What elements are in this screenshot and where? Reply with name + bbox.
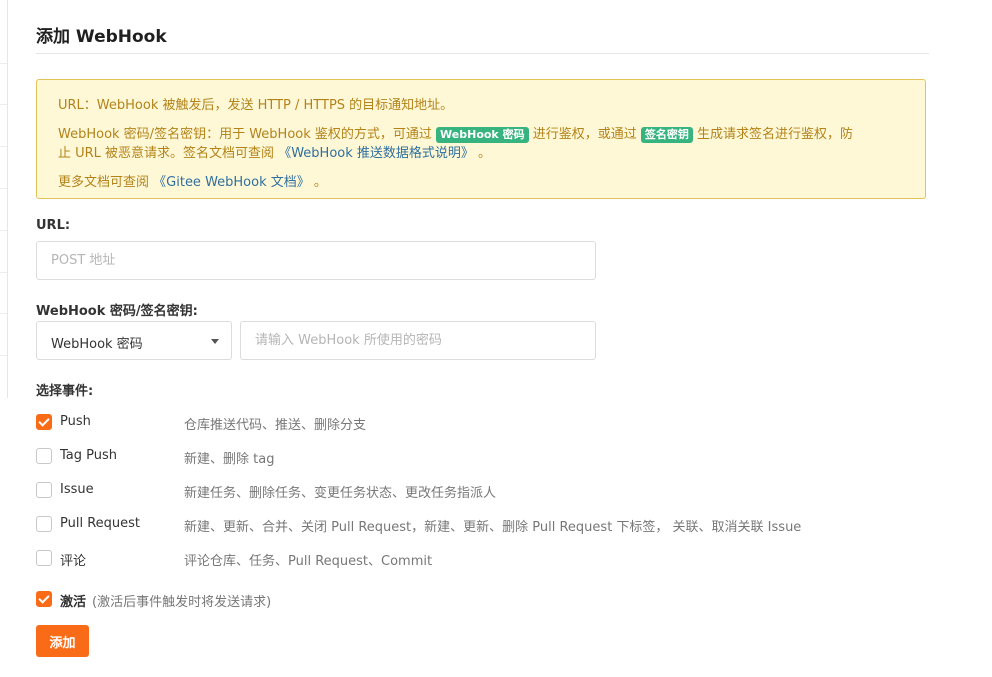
event-row-issue: Issue 新建任务、删除任务、变更任务状态、更改任务指派人 <box>36 481 929 501</box>
url-input[interactable] <box>36 241 596 280</box>
event-row-comment: 评论 评论仓库、任务、Pull Request、Commit <box>36 549 929 569</box>
events-label: 选择事件: <box>36 384 94 399</box>
add-webhook-button[interactable]: 添加 <box>36 625 89 657</box>
event-desc: 仓库推送代码、推送、删除分支 <box>184 418 367 433</box>
notice-text: 进行鉴权，或通过 <box>532 127 637 142</box>
notice-text: 。 <box>478 146 492 161</box>
event-row-pull-request: Pull Request 新建、更新、合并、关闭 Pull Request，新建… <box>36 515 929 535</box>
sidebar-divider <box>0 104 7 105</box>
caret-down-icon <box>211 339 219 344</box>
event-desc: 新建任务、删除任务、变更任务状态、更改任务指派人 <box>184 486 497 501</box>
event-name: Push <box>60 414 91 429</box>
page-title: 添加 WebHook <box>36 27 167 47</box>
notice-secret-line-cont: 止 URL 被恶意请求。签名文档可查阅 《WebHook 推送数据格式说明》 。 <box>58 142 491 161</box>
url-label: URL: <box>36 218 71 233</box>
title-divider <box>36 53 929 54</box>
secret-type-select[interactable]: WebHook 密码 <box>36 321 232 360</box>
sidebar-divider <box>0 272 7 273</box>
event-desc: 新建、删除 tag <box>184 452 275 467</box>
sidebar-divider <box>0 355 7 356</box>
activate-hint: (激活后事件触发时将发送请求) <box>92 595 272 610</box>
event-name: 评论 <box>60 554 87 569</box>
event-name: Issue <box>60 482 94 497</box>
webhook-password-badge: WebHook 密码 <box>436 127 529 143</box>
sidebar-divider <box>0 313 7 314</box>
event-desc: 新建、更新、合并、关闭 Pull Request，新建、更新、删除 Pull R… <box>184 520 802 535</box>
notice-text: WebHook 密码/签名密钥：用于 WebHook 鉴权的方式，可通过 <box>58 127 432 142</box>
event-name: Tag Push <box>60 448 118 463</box>
secret-input[interactable] <box>240 321 596 360</box>
event-row-tag-push: Tag Push 新建、删除 tag <box>36 447 929 467</box>
notice-secret-line: WebHook 密码/签名密钥：用于 WebHook 鉴权的方式，可通过 Web… <box>58 123 853 143</box>
notice-text: 更多文档可查阅 <box>58 175 150 190</box>
push-checkbox[interactable] <box>36 414 52 430</box>
secret-type-value: WebHook 密码 <box>51 337 143 352</box>
signature-key-badge: 签名密钥 <box>640 127 693 143</box>
sidebar-divider <box>0 146 7 147</box>
event-desc: 评论仓库、任务、Pull Request、Commit <box>184 554 433 569</box>
comment-checkbox[interactable] <box>36 550 52 566</box>
pull-request-checkbox[interactable] <box>36 516 52 532</box>
secret-label: WebHook 密码/签名密钥: <box>36 304 198 319</box>
notice-docs-line: 更多文档可查阅 《Gitee WebHook 文档》 。 <box>58 171 327 190</box>
info-notice: URL：WebHook 被触发后，发送 HTTP / HTTPS 的目标通知地址… <box>36 79 926 199</box>
gitee-webhook-doc-link[interactable]: 《Gitee WebHook 文档》 <box>153 175 310 190</box>
event-row-push: Push 仓库推送代码、推送、删除分支 <box>36 413 929 433</box>
event-name: Pull Request <box>60 516 141 531</box>
notice-text: 止 URL 被恶意请求。签名文档可查阅 <box>58 146 275 161</box>
left-sidebar-edge <box>0 0 8 398</box>
activate-row: 激活 (激活后事件触发时将发送请求) <box>36 590 929 610</box>
notice-text: 生成请求签名进行鉴权，防 <box>697 127 854 142</box>
notice-url-line: URL：WebHook 被触发后，发送 HTTP / HTTPS 的目标通知地址… <box>58 98 454 113</box>
sidebar-divider <box>0 188 7 189</box>
tag-push-checkbox[interactable] <box>36 448 52 464</box>
activate-checkbox[interactable] <box>36 591 52 607</box>
push-format-doc-link[interactable]: 《WebHook 推送数据格式说明》 <box>278 146 474 161</box>
activate-label: 激活 <box>60 595 87 610</box>
issue-checkbox[interactable] <box>36 482 52 498</box>
notice-text: 。 <box>313 175 327 190</box>
sidebar-divider <box>0 63 7 64</box>
sidebar-divider <box>0 230 7 231</box>
